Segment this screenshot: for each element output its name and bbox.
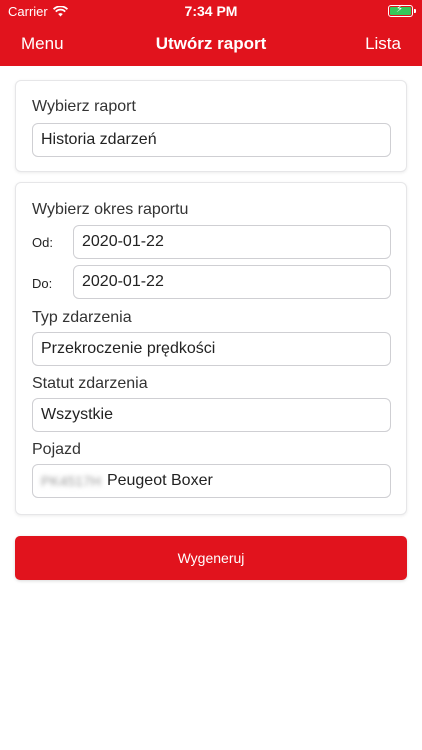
date-from-value: 2020-01-22 bbox=[82, 233, 164, 250]
vehicle-plate: PK4517H bbox=[41, 473, 101, 489]
from-label: Od: bbox=[32, 235, 53, 250]
vehicle-label: Pojazd bbox=[32, 441, 81, 458]
page-title: Utwórz raport bbox=[155, 34, 267, 53]
top-bar: Carrier 7:34 PM ⚡ Menu Utwórz raport Lis… bbox=[0, 0, 422, 66]
report-select[interactable]: Historia zdarzeń bbox=[32, 123, 391, 157]
event-type-select[interactable]: Przekroczenie prędkości bbox=[32, 332, 391, 366]
vehicle-name: Peugeot Boxer bbox=[106, 472, 213, 489]
report-select-value: Historia zdarzeń bbox=[41, 131, 157, 148]
vehicle-select[interactable]: PK4517H Peugeot Boxer bbox=[32, 464, 391, 498]
status-bar: Carrier 7:34 PM ⚡ bbox=[0, 0, 422, 22]
period-card: Wybierz okres raportu Od: 2020-01-22 Do:… bbox=[15, 182, 407, 515]
event-type-label: Typ zdarzenia bbox=[32, 309, 132, 326]
list-button[interactable]: Lista bbox=[365, 34, 401, 54]
event-type-value: Przekroczenie prędkości bbox=[41, 340, 216, 357]
report-label: Wybierz raport bbox=[32, 98, 136, 115]
to-label: Do: bbox=[32, 276, 53, 291]
date-to-field[interactable]: 2020-01-22 bbox=[73, 265, 391, 299]
status-time: 7:34 PM bbox=[184, 3, 238, 19]
period-label: Wybierz okres raportu bbox=[32, 201, 189, 218]
event-status-label: Statut zdarzenia bbox=[32, 375, 148, 392]
report-card: Wybierz raport Historia zdarzeń bbox=[15, 80, 407, 172]
battery-icon: ⚡ bbox=[388, 4, 416, 17]
event-status-select[interactable]: Wszystkie bbox=[32, 398, 391, 432]
date-to-value: 2020-01-22 bbox=[82, 273, 164, 290]
generate-button[interactable]: Wygeneruj bbox=[15, 536, 407, 580]
date-from-field[interactable]: 2020-01-22 bbox=[73, 225, 391, 259]
event-status-value: Wszystkie bbox=[41, 406, 113, 423]
main-content: Wybierz raport Historia zdarzeń Wybierz … bbox=[0, 66, 422, 750]
nav-bar: Menu Utwórz raport Lista bbox=[0, 28, 422, 60]
